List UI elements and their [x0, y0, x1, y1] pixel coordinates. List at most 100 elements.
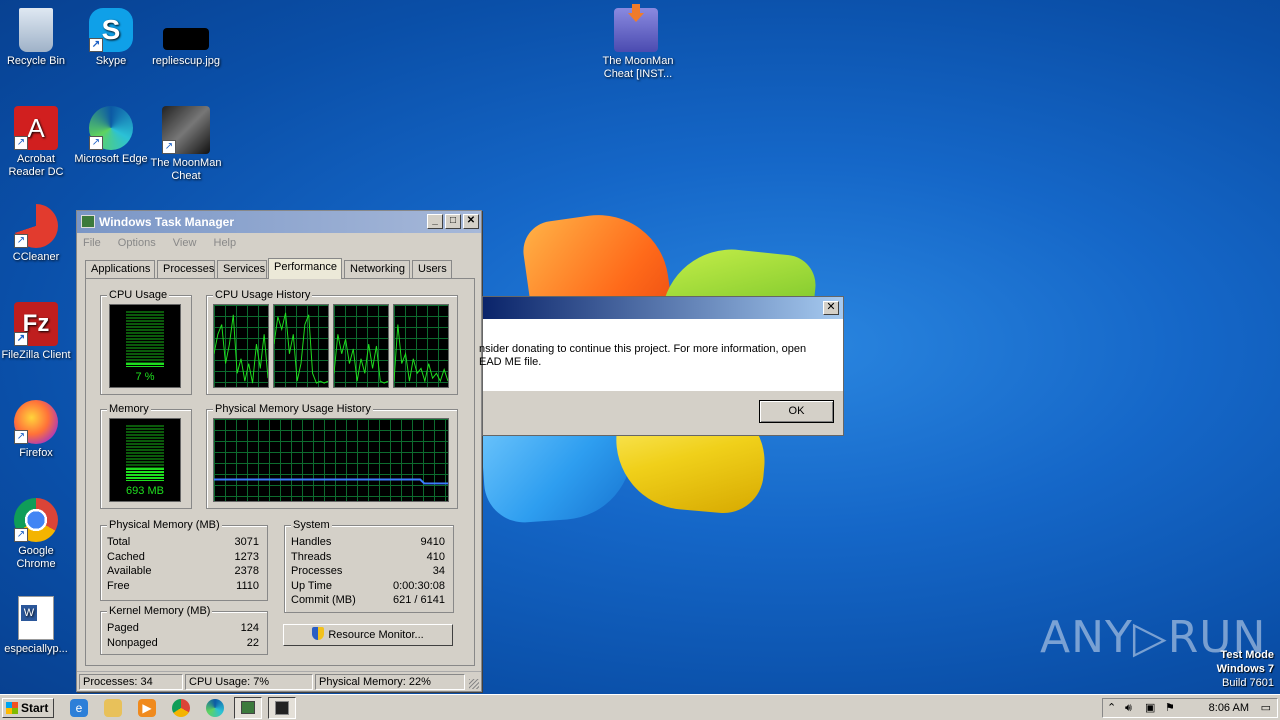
taskbar-moonman-cheat[interactable]	[268, 697, 296, 719]
memory-history-graph	[213, 418, 449, 502]
desktop-icon-word-doc[interactable]: W especiallyp...	[0, 596, 74, 656]
taskbar-clock[interactable]: 8:06 AM	[1209, 702, 1249, 715]
edge-taskbar-icon[interactable]	[206, 699, 224, 717]
task-manager-title-bar[interactable]: Windows Task Manager _ □ ✕	[77, 211, 481, 233]
physical-memory-available-row: Available 2378	[107, 564, 259, 579]
volume-icon[interactable]: 🔊︎	[1125, 702, 1132, 714]
desktop-icon-label: Acrobat Reader DC	[8, 153, 64, 178]
cpu-usage-meter: 7 %	[109, 304, 181, 388]
stat-key: Processes	[291, 565, 343, 577]
menu-file[interactable]: File	[83, 237, 101, 249]
physical-memory-total-row: Total 3071	[107, 535, 259, 550]
memory-group: Memory 693 MB	[100, 403, 192, 509]
desktop-icon-repliescup[interactable]: repliescup.jpg	[148, 8, 224, 68]
kernel-memory-label: Kernel Memory (MB)	[107, 605, 213, 618]
desktop-icon-label: Firefox	[19, 447, 53, 459]
tray-expand-icon[interactable]: ⌃	[1107, 702, 1116, 714]
tab-processes[interactable]: Processes	[157, 260, 215, 278]
ok-button[interactable]: OK	[759, 400, 834, 423]
ie-icon[interactable]: e	[70, 699, 88, 717]
stat-key: Commit (MB)	[291, 594, 356, 606]
chrome-taskbar-icon[interactable]	[172, 699, 190, 717]
menu-options[interactable]: Options	[118, 237, 156, 249]
taskbar-task-manager[interactable]	[234, 697, 262, 719]
menu-help[interactable]: Help	[214, 237, 237, 249]
stat-value: 34	[432, 565, 445, 577]
physical-memory-label: Physical Memory (MB)	[107, 519, 222, 532]
build-label: Build 7601	[1222, 677, 1274, 689]
desktop-icon-ccleaner[interactable]: ↗ CCleaner	[0, 204, 74, 264]
explorer-folder-icon[interactable]	[104, 699, 122, 717]
physical-memory-free-row: Free 1110	[107, 579, 259, 594]
network-icon[interactable]: ▣	[1145, 702, 1155, 714]
shortcut-arrow-icon: ↗	[162, 140, 176, 154]
stat-value: 124	[240, 622, 259, 634]
status-bar: Processes: 34 CPU Usage: 7% Physical Mem…	[77, 671, 481, 691]
tab-users[interactable]: Users	[412, 260, 452, 278]
tab-performance[interactable]: Performance	[268, 258, 342, 279]
memory-label: Memory	[107, 403, 151, 416]
desktop-icon-recycle-bin[interactable]: Recycle Bin	[0, 8, 74, 68]
desktop-icon-edge[interactable]: ↗ Microsoft Edge	[73, 106, 149, 166]
cpu-history-graph-core-4	[393, 304, 449, 388]
uac-shield-icon	[312, 627, 325, 640]
media-player-icon[interactable]: ▶	[138, 699, 156, 717]
cpu-history-label: CPU Usage History	[213, 289, 313, 302]
maximize-button[interactable]: □	[445, 214, 461, 229]
resource-monitor-button[interactable]: Resource Monitor...	[283, 624, 453, 646]
window-title: Windows Task Manager	[99, 215, 235, 229]
stat-key: Total	[107, 536, 131, 548]
desktop-icon-moonman-cheat[interactable]: ↗ The MoonMan Cheat	[148, 106, 224, 183]
desktop-icon-label: The MoonMan Cheat [INST...	[602, 55, 674, 80]
desktop-icon-filezilla[interactable]: Fz ↗ FileZilla Client	[0, 302, 74, 362]
shortcut-arrow-icon: ↗	[89, 38, 103, 52]
desktop-icon-chrome[interactable]: ↗ Google Chrome	[0, 498, 74, 571]
system-threads-row: Threads 410	[291, 550, 445, 565]
stat-value: 3071	[234, 536, 259, 548]
installer-icon	[614, 4, 658, 52]
word-doc-icon: W	[18, 596, 54, 640]
tab-applications[interactable]: Applications	[85, 260, 155, 278]
stat-key: Handles	[291, 536, 332, 548]
chrome-icon: ↗	[14, 498, 58, 542]
desktop-icon-moonman-installer[interactable]: The MoonMan Cheat [INST...	[598, 4, 674, 81]
menu-view[interactable]: View	[173, 237, 197, 249]
windows-logo-icon	[6, 702, 18, 714]
start-button[interactable]: Start	[2, 698, 54, 718]
stat-value: 621 / 6141	[393, 594, 445, 606]
system-values: Handles 9410 Threads 410 Processes 34 Up Ti…	[291, 535, 445, 608]
cpu-usage-label: CPU Usage	[107, 289, 170, 302]
cpu-history-graph-core-3	[333, 304, 389, 388]
dialog-message-area: nsider donating to continue this project…	[479, 319, 843, 391]
desktop-icon-label: especiallyp...	[4, 643, 68, 655]
desktop-icon-label: CCleaner	[12, 251, 60, 263]
shortcut-arrow-icon: ↗	[14, 234, 28, 248]
action-center-flag-icon[interactable]: ⚑	[1165, 702, 1175, 714]
kernel-memory-nonpaged-row: Nonpaged 22	[107, 636, 259, 651]
image-file-icon	[163, 28, 209, 50]
shortcut-arrow-icon: ↗	[14, 430, 28, 444]
test-mode-notice: Test Mode Windows 7 Build 7601	[1217, 648, 1274, 690]
desktop-icon-acrobat[interactable]: A ↗ Acrobat Reader DC	[0, 106, 74, 179]
memory-fill	[126, 468, 164, 481]
tab-services[interactable]: Services	[217, 260, 267, 278]
dialog-message: nsider donating to continue this project…	[479, 343, 819, 369]
status-processes: Processes: 34	[79, 674, 183, 690]
cpu-usage-value: 7 %	[135, 371, 155, 383]
minimize-button[interactable]: _	[427, 214, 443, 229]
physical-memory-cached-row: Cached 1273	[107, 550, 259, 565]
tab-networking[interactable]: Networking	[344, 260, 410, 278]
close-button[interactable]: ✕	[463, 214, 479, 229]
shortcut-arrow-icon: ↗	[14, 136, 28, 150]
desktop-icon-firefox[interactable]: ↗ Firefox	[0, 400, 74, 460]
kernel-memory-paged-row: Paged 124	[107, 621, 259, 636]
test-mode-label: Test Mode	[1220, 649, 1274, 661]
system-tray: ⌃ 🔊︎ ▣ ⚑ 8:06 AM ▭	[1102, 698, 1278, 718]
resize-grip-icon[interactable]	[469, 679, 479, 689]
dialog-close-button[interactable]: ✕	[823, 301, 839, 315]
show-desktop-icon[interactable]: ▭	[1261, 702, 1271, 714]
dialog-title-bar[interactable]: ✕	[483, 297, 843, 319]
desktop-icon-label: Microsoft Edge	[74, 153, 148, 165]
desktop-icon-skype[interactable]: S ↗ Skype	[73, 8, 149, 68]
stat-value: 1110	[236, 579, 259, 592]
